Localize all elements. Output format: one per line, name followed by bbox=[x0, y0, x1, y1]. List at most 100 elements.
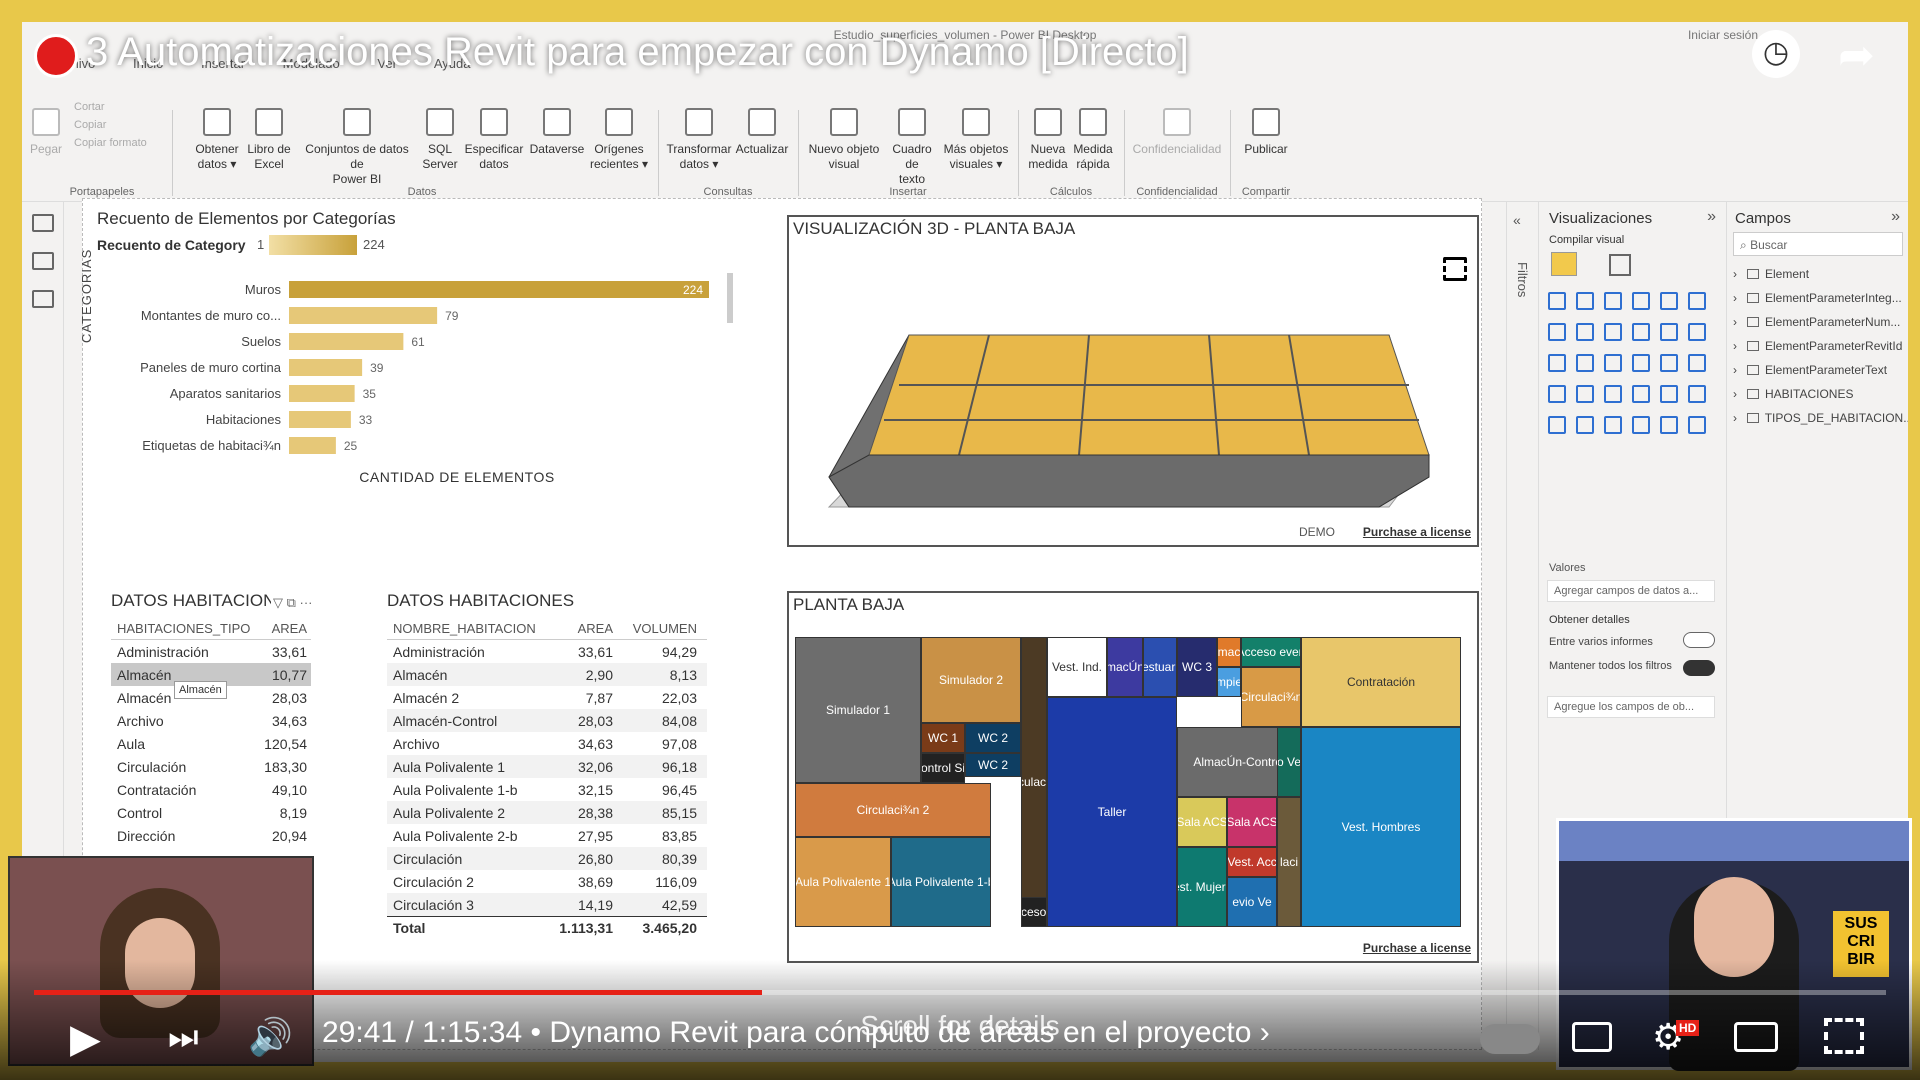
room-tile[interactable]: Contratación bbox=[1301, 637, 1461, 727]
card-icon[interactable] bbox=[1604, 385, 1622, 403]
bar[interactable] bbox=[289, 437, 336, 454]
format-painter-button[interactable]: Copiar formato bbox=[74, 134, 147, 152]
stacked-column-icon[interactable] bbox=[1576, 292, 1594, 310]
filter-icon[interactable]: ▽ ⧉ ··· bbox=[273, 595, 313, 611]
filters-label[interactable]: Filtros bbox=[1515, 262, 1530, 297]
clustered-column-icon[interactable] bbox=[1632, 292, 1650, 310]
collapse-icon[interactable]: « bbox=[1513, 212, 1530, 228]
bar-100-icon[interactable] bbox=[1660, 292, 1678, 310]
room-tile[interactable]: Vest. Ind. bbox=[1047, 637, 1107, 697]
room-tile[interactable]: WC 3 bbox=[1177, 637, 1217, 697]
visual-3d[interactable]: VISUALIZACIÓN 3D - PLANTA BAJA DEMO Purc… bbox=[787, 215, 1479, 547]
chapter-title[interactable]: • Dynamo Revit para cómputo de áreas en … bbox=[531, 1016, 1270, 1049]
scrollbar[interactable] bbox=[727, 273, 733, 323]
bar-chart-visual[interactable]: Recuento de Elementos por Categorías Rec… bbox=[79, 209, 737, 489]
room-tile[interactable]: o Ve bbox=[1277, 727, 1301, 797]
room-tile[interactable]: WC 2 bbox=[965, 723, 1021, 753]
share-icon[interactable]: ➦ bbox=[1838, 30, 1875, 81]
pie-icon[interactable] bbox=[1604, 354, 1622, 372]
field-table-item[interactable]: › TIPOS_DE_HABITACION... bbox=[1727, 406, 1908, 430]
video-title[interactable]: 3 Automatizaciones Revit para empezar co… bbox=[86, 30, 1189, 75]
room-tile[interactable]: Sala ACS bbox=[1177, 797, 1227, 847]
table-habitaciones-tipo[interactable]: DATOS HABITACIONES ▽ ⧉ ··· HABITACIONES_… bbox=[111, 591, 341, 871]
cut-button[interactable]: Cortar bbox=[74, 98, 147, 116]
table-row[interactable]: Control 8,19 bbox=[111, 801, 311, 824]
table-row[interactable]: Aula 120,54 bbox=[111, 732, 311, 755]
bar[interactable] bbox=[289, 281, 709, 298]
room-tile[interactable]: Simulador 1 bbox=[795, 637, 921, 783]
gauge-icon[interactable] bbox=[1576, 385, 1594, 403]
room-tile[interactable]: estuari bbox=[1143, 637, 1177, 697]
transform-data-button[interactable]: Transformar datos ▾ bbox=[666, 82, 732, 172]
floor-plan-map[interactable]: Simulador 1 Simulador 2 Circulaci¾n 2 Aula … bbox=[795, 637, 1461, 927]
table-row[interactable]: Circulación 2 38,69 116,09 bbox=[387, 870, 707, 893]
expand-fields-icon[interactable]: » bbox=[1891, 208, 1900, 226]
table-row[interactable]: Dirección 20,94 bbox=[111, 824, 311, 847]
key-influencers-icon[interactable] bbox=[1660, 416, 1678, 434]
room-tile[interactable]: Circulaci¾n bbox=[1241, 667, 1301, 727]
stacked-bar-icon[interactable] bbox=[1548, 292, 1566, 310]
building-3d-model[interactable] bbox=[789, 245, 1477, 545]
new-measure-button[interactable]: Nueva medida bbox=[1026, 82, 1070, 172]
field-table-item[interactable]: › ElementParameterNum... bbox=[1727, 310, 1908, 334]
table2-header-nombre[interactable]: NOMBRE_HABITACION bbox=[387, 621, 557, 636]
funnel-icon[interactable] bbox=[1548, 354, 1566, 372]
slicer-icon[interactable] bbox=[1688, 385, 1706, 403]
table1-header-tipo[interactable]: HABITACIONES_TIPO bbox=[111, 621, 251, 636]
room-tile[interactable]: Acceso even bbox=[1241, 637, 1301, 667]
purchase-license-link[interactable]: Purchase a license bbox=[1363, 525, 1471, 539]
subtitles-icon[interactable] bbox=[1572, 1022, 1612, 1052]
treemap-icon[interactable] bbox=[1660, 354, 1678, 372]
sensitivity-button[interactable]: Confidencialidad bbox=[1130, 82, 1224, 157]
bar[interactable] bbox=[289, 411, 351, 428]
publish-button[interactable]: Publicar bbox=[1236, 82, 1296, 157]
line-column-icon[interactable] bbox=[1688, 323, 1706, 341]
paste-button[interactable]: Pegar bbox=[28, 82, 64, 157]
sign-in-link[interactable]: Iniciar sesión bbox=[1688, 28, 1758, 42]
multirow-card-icon[interactable] bbox=[1632, 385, 1650, 403]
room-tile[interactable]: macÚn bbox=[1107, 637, 1143, 697]
room-tile[interactable]: Circulaci¾n 2 bbox=[795, 783, 991, 837]
values-drop-field[interactable]: Agregar campos de datos a... bbox=[1547, 580, 1715, 602]
r-visual-icon[interactable] bbox=[1604, 416, 1622, 434]
new-visual-button[interactable]: Nuevo objeto visual bbox=[806, 82, 882, 172]
autoplay-toggle[interactable] bbox=[1480, 1024, 1540, 1054]
refresh-button[interactable]: Actualizar bbox=[734, 82, 790, 157]
table-row[interactable]: Aula Polivalente 1 32,06 96,18 bbox=[387, 755, 707, 778]
room-tile[interactable]: Taller bbox=[1047, 697, 1177, 927]
room-tile[interactable]: WC 2 bbox=[965, 753, 1021, 777]
drillthrough-drop-field[interactable]: Agregue los campos de ob... bbox=[1547, 696, 1715, 718]
decomposition-tree-icon[interactable] bbox=[1688, 416, 1706, 434]
next-icon[interactable]: ⏭ bbox=[168, 1018, 199, 1057]
room-tile[interactable]: Sala ACS bbox=[1227, 797, 1277, 847]
table-row[interactable]: Aula Polivalente 2 28,38 85,15 bbox=[387, 801, 707, 824]
stacked-area-icon[interactable] bbox=[1604, 323, 1622, 341]
fields-search-input[interactable]: ⌕ Buscar bbox=[1733, 232, 1903, 256]
table-row[interactable]: Circulación 3 14,19 42,59 bbox=[387, 893, 707, 916]
table-row[interactable]: Administración 33,61 bbox=[111, 640, 311, 663]
room-tile[interactable]: acceso fo bbox=[1021, 897, 1047, 927]
data-view-icon[interactable] bbox=[31, 252, 54, 270]
scatter-icon[interactable] bbox=[1576, 354, 1594, 372]
room-tile[interactable]: Vest. Acc bbox=[1227, 847, 1277, 877]
bar[interactable] bbox=[289, 307, 438, 324]
table-row[interactable]: Aula Polivalente 2-b 27,95 83,85 bbox=[387, 824, 707, 847]
table-row[interactable]: Circulación 183,30 bbox=[111, 755, 311, 778]
room-tile[interactable]: Vest. Mujeres bbox=[1177, 847, 1227, 927]
ribbon-chart-icon[interactable] bbox=[1632, 323, 1650, 341]
table2-header-volumen[interactable]: VOLUMEN bbox=[613, 621, 697, 636]
play-icon[interactable]: ▶ bbox=[70, 1016, 101, 1062]
enter-data-button[interactable]: Especificar datos bbox=[464, 82, 524, 172]
table-habitaciones[interactable]: DATOS HABITACIONES NOMBRE_HABITACION AREA… bbox=[387, 591, 727, 961]
table-row[interactable]: Almacén-Control 28,03 84,08 bbox=[387, 709, 707, 732]
table2-header-area[interactable]: AREA bbox=[557, 621, 613, 636]
table-row[interactable]: Archivo 34,63 bbox=[111, 709, 311, 732]
fullscreen-player-icon[interactable] bbox=[1824, 1018, 1864, 1054]
column-100-icon[interactable] bbox=[1688, 292, 1706, 310]
python-visual-icon[interactable] bbox=[1632, 416, 1650, 434]
bar[interactable] bbox=[289, 359, 363, 376]
room-tile[interactable]: mpie bbox=[1217, 667, 1241, 697]
room-tile[interactable]: WC 1 bbox=[921, 723, 965, 753]
powerbi-datasets-button[interactable]: Conjuntos de datos de Power BI bbox=[298, 82, 416, 187]
room-tile[interactable]: evio Ve bbox=[1227, 877, 1277, 927]
